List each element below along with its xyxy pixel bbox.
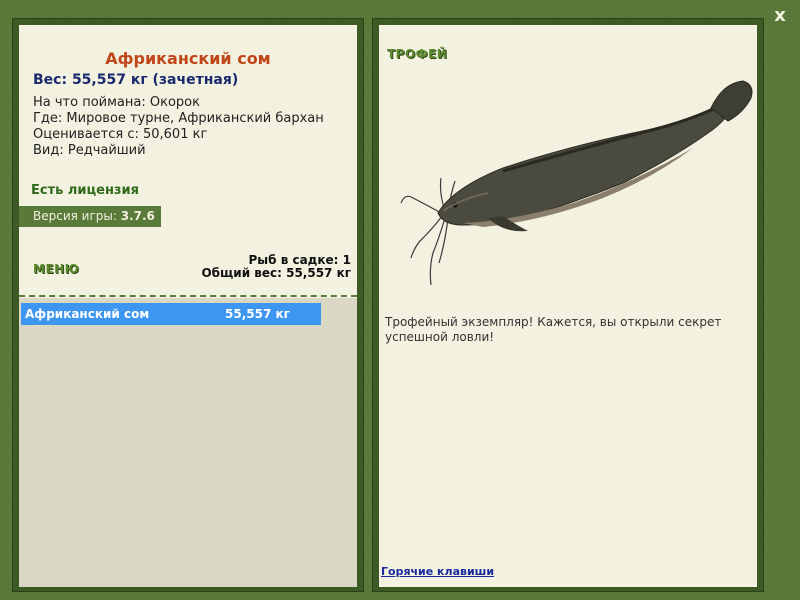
trophy-panel: ТРОФЕЙ Трофейный экземпляр! Кажется, вы … <box>379 25 757 587</box>
close-button[interactable]: x <box>770 6 790 26</box>
fish-info-panel: Африканский сом Вес: 55,557 кг (зачетная… <box>19 25 357 587</box>
game-version-bar: Версия игры: 3.7.6 <box>19 206 161 227</box>
trophy-message: Трофейный экземпляр! Кажется, вы открыли… <box>385 315 722 344</box>
version-value: 3.7.6 <box>120 209 155 223</box>
african-catfish-image <box>400 80 753 286</box>
list-item-weight: 55,557 кг <box>225 307 290 321</box>
info-location: Где: Мировое турне, Африканский бархан <box>33 111 324 126</box>
info-species: Вид: Редчайший <box>33 143 146 158</box>
fish-weight: Вес: 55,557 кг (зачетная) <box>33 72 239 88</box>
info-rated-from: Оценивается с: 50,601 кг <box>33 127 208 142</box>
menu-button[interactable]: МЕНЮ <box>33 262 79 276</box>
keepnet-total-weight: Общий вес: 55,557 кг <box>201 266 351 280</box>
hotkeys-link[interactable]: Горячие клавиши <box>381 565 494 578</box>
list-item-name: Африканский сом <box>25 307 150 321</box>
fish-title: Африканский сом <box>105 49 271 68</box>
keepnet-count: Рыб в садке: 1 <box>248 253 352 267</box>
version-label: Версия игры: <box>33 209 121 223</box>
list-item[interactable]: Африканский сом 55,557 кг <box>21 303 321 325</box>
info-bait: На что поймана: Окорок <box>33 95 200 110</box>
license-status: Есть лицензия <box>31 183 139 198</box>
dashed-divider <box>19 295 357 297</box>
fish-list: Африканский сом 55,557 кг <box>19 298 357 587</box>
